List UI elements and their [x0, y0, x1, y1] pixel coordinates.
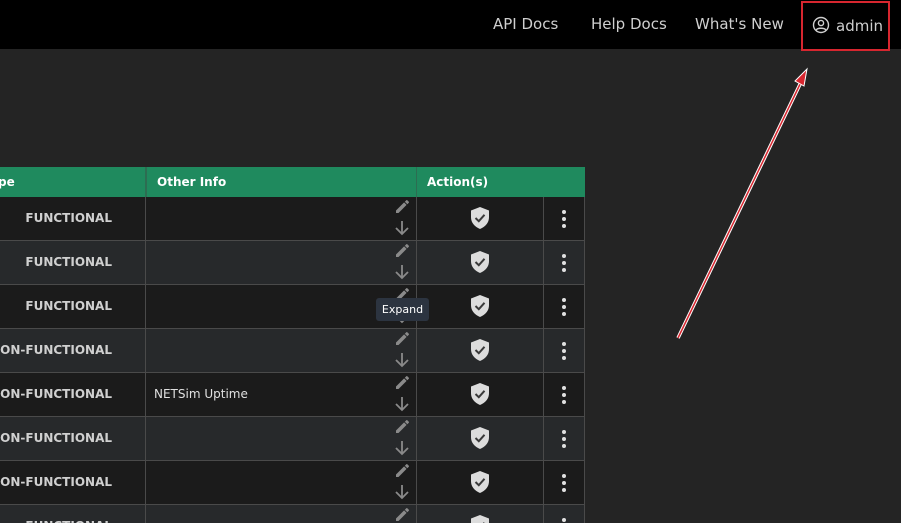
other-info-cell: NETSim Uptime [146, 373, 417, 416]
type-value: NON-FUNCTIONAL [0, 387, 112, 401]
pencil-icon[interactable] [393, 505, 411, 523]
column-header-type[interactable]: pe [0, 167, 146, 197]
actions-cell [417, 285, 544, 328]
type-value: FUNCTIONAL [25, 505, 112, 523]
table-row: NON-FUNCTIONAL NETSim Uptime [0, 373, 585, 417]
table-row: NON-FUNCTIONAL [0, 461, 585, 505]
type-cell: FUNCTIONAL [0, 197, 146, 240]
expand-tooltip: Expand [376, 298, 429, 321]
actions-cell [417, 505, 544, 523]
kebab-menu-icon[interactable] [560, 253, 568, 273]
table-row: FUNCTIONAL [0, 241, 585, 285]
table-row: NON-FUNCTIONAL [0, 329, 585, 373]
other-info-cell [146, 461, 417, 504]
other-info-value: NETSim Uptime [154, 387, 248, 401]
type-value: FUNCTIONAL [25, 255, 112, 269]
actions-cell [417, 329, 544, 372]
user-menu-button[interactable]: admin [801, 1, 890, 51]
kebab-menu-icon[interactable] [560, 341, 568, 361]
type-value: NON-FUNCTIONAL [0, 475, 112, 489]
kebab-menu-icon[interactable] [560, 517, 568, 523]
table-header: pe Other Info Action(s) [0, 167, 585, 197]
pencil-icon[interactable] [393, 197, 411, 215]
table-row: FUNCTIONAL [0, 505, 585, 523]
pencil-icon[interactable] [393, 417, 411, 435]
test-table: pe Other Info Action(s) FUNCTIONALFUNCTI… [0, 167, 585, 523]
type-value: FUNCTIONAL [25, 211, 112, 225]
other-info-cell [146, 417, 417, 460]
kebab-menu-icon[interactable] [560, 429, 568, 449]
arrow-down-icon[interactable] [394, 263, 410, 281]
kebab-menu-icon[interactable] [560, 209, 568, 229]
type-value: FUNCTIONAL [25, 299, 112, 313]
type-cell: FUNCTIONAL [0, 505, 146, 523]
row-menu-cell [544, 329, 585, 372]
shield-check-icon[interactable] [469, 206, 491, 230]
actions-cell [417, 373, 544, 416]
shield-check-icon[interactable] [469, 514, 491, 523]
table-row: FUNCTIONAL [0, 197, 585, 241]
other-info-cell [146, 241, 417, 284]
row-menu-cell [544, 285, 585, 328]
shield-check-icon[interactable] [469, 426, 491, 450]
row-menu-cell [544, 197, 585, 240]
arrow-down-icon[interactable] [394, 439, 410, 457]
arrow-down-icon[interactable] [394, 395, 410, 413]
api-docs-link[interactable]: API Docs [493, 14, 558, 34]
table-body: FUNCTIONAL FUNCTIONAL FUNCTIONAL NON-FUNCTI… [0, 197, 585, 523]
other-info-cell [146, 197, 417, 240]
kebab-menu-icon[interactable] [560, 385, 568, 405]
shield-check-icon[interactable] [469, 250, 491, 274]
type-value: NON-FUNCTIONAL [0, 431, 112, 445]
arrow-down-icon[interactable] [394, 483, 410, 501]
shield-check-icon[interactable] [469, 294, 491, 318]
shield-check-icon[interactable] [469, 382, 491, 406]
pencil-icon[interactable] [393, 329, 411, 347]
actions-cell [417, 461, 544, 504]
user-name-label: admin [836, 17, 883, 35]
type-cell: NON-FUNCTIONAL [0, 329, 146, 372]
user-circle-icon [812, 16, 830, 34]
type-cell: FUNCTIONAL [0, 285, 146, 328]
row-menu-cell [544, 241, 585, 284]
kebab-menu-icon[interactable] [560, 297, 568, 317]
actions-cell [417, 417, 544, 460]
kebab-menu-icon[interactable] [560, 473, 568, 493]
shield-check-icon[interactable] [469, 338, 491, 362]
actions-cell [417, 241, 544, 284]
arrow-down-icon[interactable] [394, 219, 410, 237]
help-docs-link[interactable]: Help Docs [591, 14, 667, 34]
type-cell: NON-FUNCTIONAL [0, 461, 146, 504]
pencil-icon[interactable] [393, 241, 411, 259]
other-info-cell [146, 505, 417, 523]
shield-check-icon[interactable] [469, 470, 491, 494]
row-menu-cell [544, 373, 585, 416]
table-row: NON-FUNCTIONAL [0, 417, 585, 461]
pencil-icon[interactable] [393, 373, 411, 391]
arrow-down-icon[interactable] [394, 351, 410, 369]
type-cell: FUNCTIONAL [0, 241, 146, 284]
row-menu-cell [544, 417, 585, 460]
table-row: FUNCTIONAL [0, 285, 585, 329]
column-header-other-info[interactable]: Other Info [146, 167, 417, 197]
other-info-cell [146, 329, 417, 372]
row-menu-cell [544, 505, 585, 523]
type-cell: NON-FUNCTIONAL [0, 417, 146, 460]
whats-new-link[interactable]: What's New [695, 14, 784, 34]
top-navigation-bar: API Docs Help Docs What's New admin [0, 0, 901, 51]
row-menu-cell [544, 461, 585, 504]
actions-cell [417, 197, 544, 240]
type-cell: NON-FUNCTIONAL [0, 373, 146, 416]
pencil-icon[interactable] [393, 461, 411, 479]
column-header-actions: Action(s) [427, 175, 489, 189]
type-value: NON-FUNCTIONAL [0, 343, 112, 357]
